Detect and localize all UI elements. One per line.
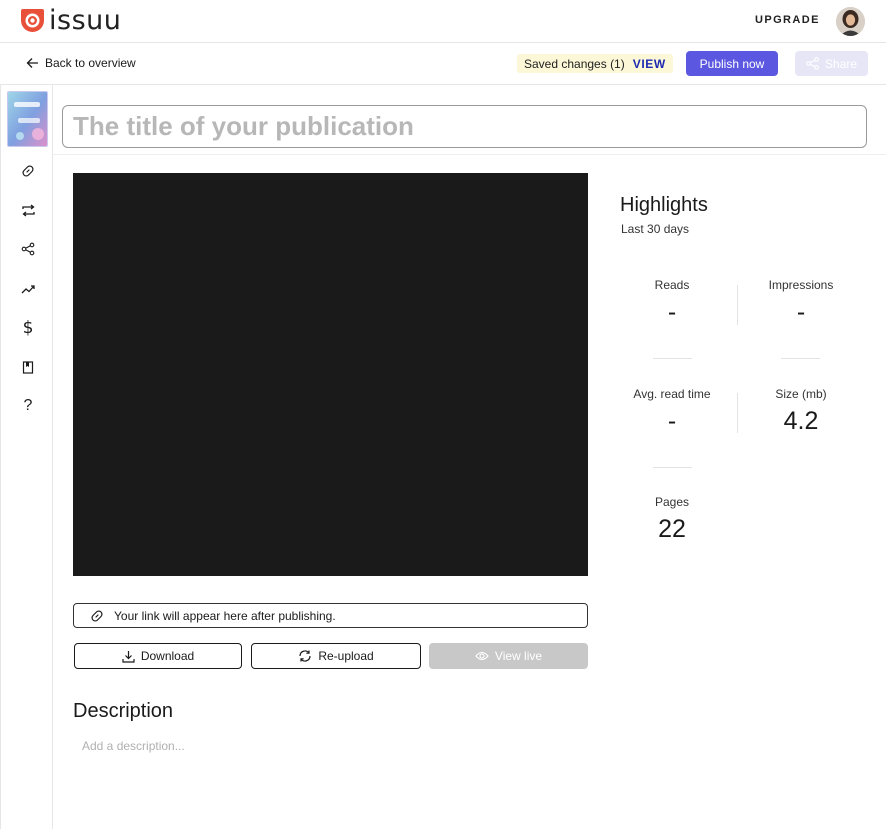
- pages-stat: Pages 22: [622, 495, 722, 544]
- dollar-icon[interactable]: $: [18, 318, 38, 338]
- publication-title-input[interactable]: [62, 105, 867, 148]
- size-stat: Size (mb) 4.2: [751, 387, 851, 436]
- stat-divider: [781, 358, 820, 359]
- avg-read-time-label: Avg. read time: [633, 387, 711, 401]
- pages-value: 22: [658, 515, 686, 543]
- eye-icon: [475, 651, 489, 661]
- reupload-button[interactable]: Re-upload: [251, 643, 421, 669]
- view-live-label: View live: [494, 649, 543, 663]
- share-label: Share: [824, 56, 858, 71]
- avatar[interactable]: [836, 7, 865, 36]
- trend-icon[interactable]: [18, 279, 38, 299]
- reads-label: Reads: [654, 278, 690, 292]
- thumbnail-image: [8, 92, 47, 146]
- upgrade-link[interactable]: UPGRADE: [755, 14, 820, 26]
- highlights-title: Highlights: [620, 194, 708, 216]
- link-icon: [91, 609, 103, 622]
- stat-divider: [653, 358, 692, 359]
- saved-changes-badge: Saved changes (1) VIEW: [517, 54, 673, 73]
- publication-thumbnail[interactable]: [7, 91, 48, 147]
- share-icon: [806, 57, 819, 70]
- link-icon[interactable]: [18, 161, 38, 181]
- left-sidebar: $ ?: [0, 85, 53, 829]
- description-heading: Description: [73, 700, 174, 722]
- reupload-label: Re-upload: [318, 649, 374, 663]
- issuu-logo-icon: [21, 9, 44, 32]
- download-icon: [122, 650, 135, 663]
- publication-link-box[interactable]: Your link will appear here after publish…: [73, 603, 588, 628]
- logo-text: issuu: [49, 5, 122, 36]
- avatar-image: [836, 7, 865, 36]
- stat-divider: [737, 393, 738, 433]
- back-label: Back to overview: [45, 56, 136, 70]
- sub-toolbar: Back to overview Saved changes (1) VIEW …: [0, 43, 886, 85]
- view-changes-link[interactable]: VIEW: [633, 57, 666, 71]
- loop-icon[interactable]: [18, 200, 38, 220]
- title-divider: [53, 154, 886, 155]
- download-label: Download: [140, 649, 195, 663]
- avg-read-time-value: -: [667, 407, 677, 435]
- size-value: 4.2: [783, 407, 819, 435]
- highlights-period: Last 30 days: [621, 222, 690, 236]
- share-button[interactable]: Share: [795, 51, 868, 76]
- download-button[interactable]: Download: [74, 643, 242, 669]
- publish-now-button[interactable]: Publish now: [686, 51, 778, 76]
- publication-link-text: Your link will appear here after publish…: [114, 608, 336, 623]
- top-header: issuu UPGRADE: [0, 0, 886, 43]
- help-icon[interactable]: ?: [18, 396, 38, 416]
- avg-read-time-stat: Avg. read time -: [622, 387, 722, 436]
- arrow-left-icon: [26, 58, 38, 68]
- saved-changes-label: Saved changes (1): [524, 56, 625, 71]
- impressions-label: Impressions: [768, 278, 834, 292]
- back-to-overview-link[interactable]: Back to overview: [26, 56, 136, 70]
- pages-label: Pages: [654, 495, 690, 509]
- impressions-value: -: [796, 298, 806, 326]
- publication-preview[interactable]: [73, 173, 588, 576]
- refresh-icon: [299, 650, 311, 662]
- stat-divider: [737, 285, 738, 325]
- stat-divider: [653, 467, 692, 468]
- description-input[interactable]: [73, 736, 588, 756]
- impressions-stat: Impressions -: [751, 278, 851, 327]
- reads-stat: Reads -: [622, 278, 722, 327]
- book-icon[interactable]: [18, 357, 38, 377]
- share-icon[interactable]: [18, 239, 38, 259]
- view-live-button[interactable]: View live: [429, 643, 588, 669]
- issuu-logo[interactable]: issuu: [20, 5, 122, 36]
- size-label: Size (mb): [775, 387, 827, 401]
- reads-value: -: [667, 298, 677, 326]
